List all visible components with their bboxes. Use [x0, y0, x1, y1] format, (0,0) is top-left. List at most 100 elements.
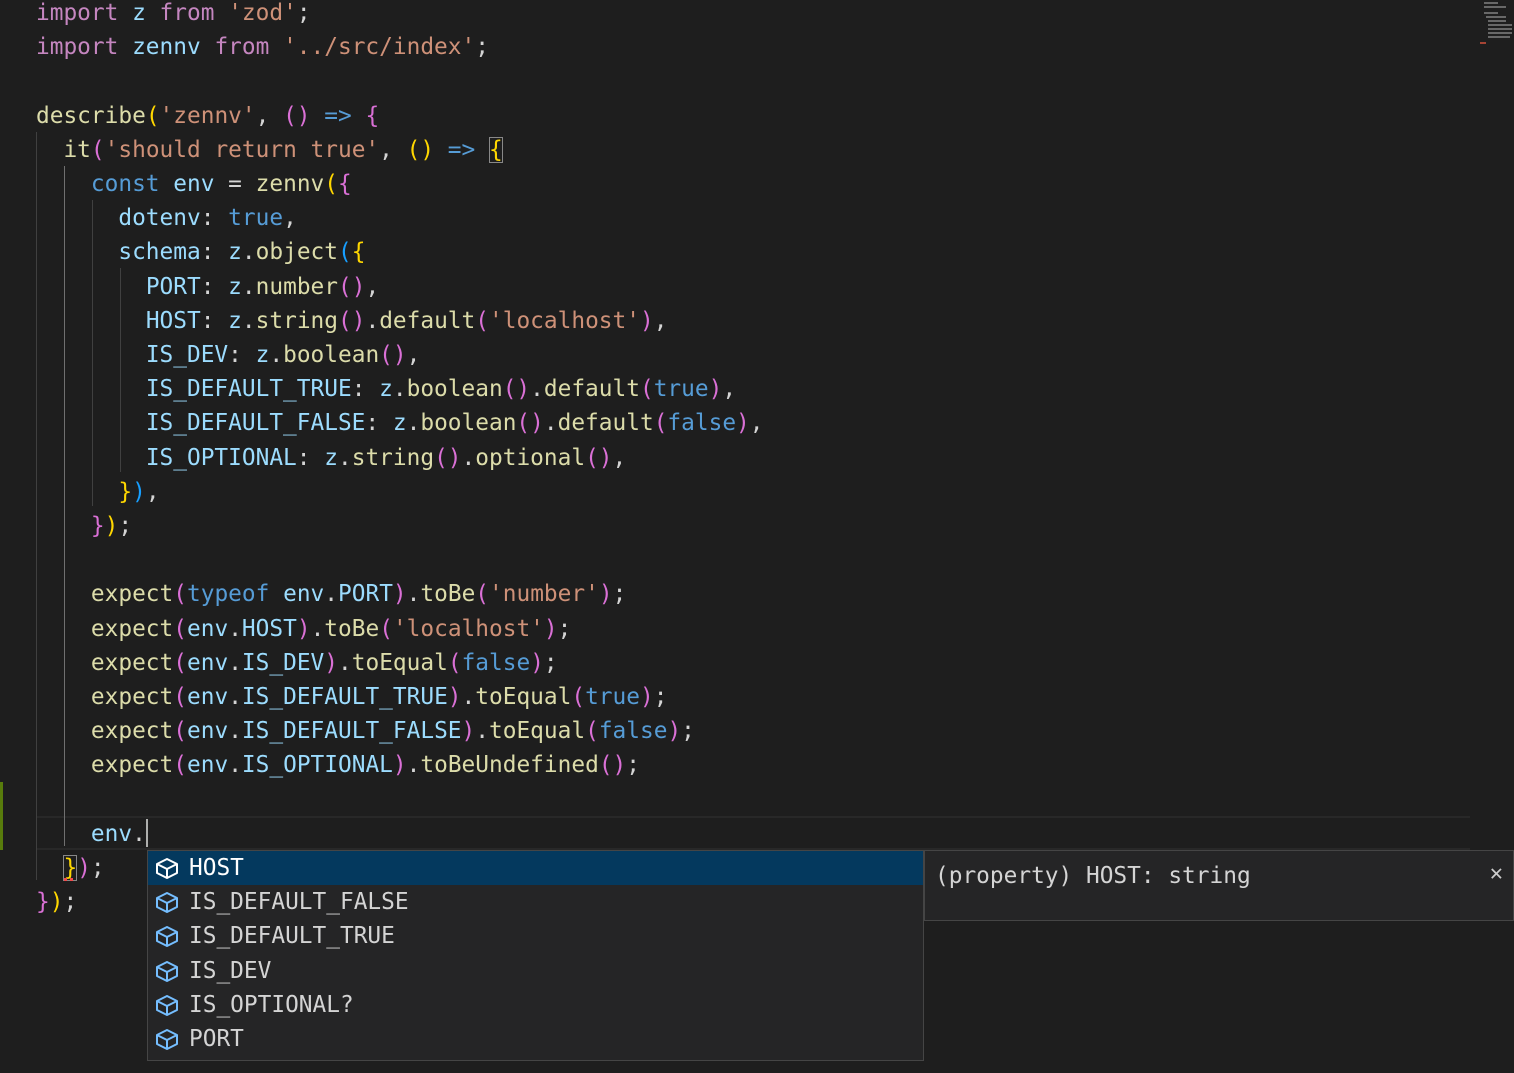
code-token: env	[187, 684, 229, 710]
minimap-line	[1488, 28, 1512, 30]
suggest-item[interactable]: IS_DEFAULT_TRUE	[148, 919, 923, 953]
code-token: )	[392, 752, 407, 778]
code-token: :	[351, 376, 380, 402]
code-token: ()	[585, 445, 613, 471]
code-token: ()	[338, 274, 366, 300]
code-token: :	[200, 239, 229, 265]
code-token: schema	[118, 239, 201, 265]
code-token: .	[310, 616, 325, 642]
code-token: toEqual	[351, 650, 448, 676]
code-token: :	[296, 445, 325, 471]
code-token: (	[173, 650, 187, 676]
code-token: IS_OPTIONAL	[145, 445, 297, 471]
code-line: expect(env.IS_DEV).toEqual(false);	[36, 646, 558, 680]
details-signature: (property) HOST: string	[935, 863, 1251, 889]
code-line: const env = zennv({	[36, 167, 352, 201]
code-token: ;	[475, 34, 489, 60]
property-icon	[156, 1029, 178, 1050]
code-token: z	[228, 274, 242, 300]
suggest-widget[interactable]: HOST IS_DEFAULT_FALSE IS_DEFAULT_TRUE IS_DE…	[147, 850, 924, 1061]
code-token: (	[173, 684, 187, 710]
minimap-line	[1488, 24, 1512, 26]
code-token: .	[228, 650, 242, 676]
code-token: =>	[447, 137, 476, 163]
property-icon	[156, 892, 178, 914]
code-token: ,	[145, 479, 160, 505]
suggest-item-label: PORT	[189, 1026, 244, 1052]
code-token: )	[77, 855, 91, 881]
minimap-line	[1488, 32, 1512, 34]
code-token: .	[406, 581, 421, 607]
code-token: {	[338, 171, 352, 197]
code-token: object	[255, 239, 338, 265]
property-icon	[156, 994, 178, 1016]
code-token: )	[49, 889, 64, 915]
code-token: typeof	[187, 581, 270, 607]
code-token: .	[241, 239, 256, 265]
code-token: false	[461, 650, 531, 676]
code-token: (	[173, 581, 187, 607]
code-token: ()	[502, 376, 531, 402]
code-token: from	[214, 34, 270, 60]
code-token: HOST	[241, 616, 297, 642]
code-token: false	[598, 718, 668, 744]
code-token: ,	[365, 274, 380, 300]
code-token: IS_DEV	[145, 342, 229, 368]
code-token: (	[475, 581, 490, 607]
code-token: toBe	[324, 616, 380, 642]
suggest-item[interactable]: IS_DEV	[148, 954, 923, 988]
code-token: zennv	[118, 34, 215, 60]
code-token: z	[255, 342, 270, 368]
gutter-modified-indicator	[0, 782, 3, 850]
code-token: .	[269, 342, 284, 368]
suggest-item[interactable]: IS_OPTIONAL?	[148, 988, 923, 1022]
code-line: expect(env.IS_DEFAULT_TRUE).toEqual(true…	[36, 680, 668, 714]
code-token: (	[90, 137, 105, 163]
code-token: env	[187, 752, 229, 778]
code-token: (	[324, 171, 338, 197]
code-token: .	[461, 445, 476, 471]
code-line: schema: z.object({	[36, 235, 365, 269]
code-token: :	[228, 342, 256, 368]
code-token: boolean	[406, 376, 503, 402]
code-token: 'number'	[489, 581, 599, 607]
code-token: .	[406, 752, 421, 778]
code-token: .	[392, 376, 407, 402]
code-token: )	[324, 650, 339, 676]
suggest-item[interactable]: HOST	[148, 851, 923, 885]
code-token: .	[132, 821, 146, 847]
code-line: env.	[36, 817, 146, 851]
code-token: toEqual	[475, 684, 572, 710]
suggest-item[interactable]: PORT	[148, 1022, 923, 1056]
code-token: :	[200, 274, 229, 300]
code-token: :	[365, 410, 393, 436]
code-token: }	[90, 513, 105, 539]
code-token: expect	[90, 684, 174, 710]
code-line: expect(typeof env.PORT).toBe('number');	[36, 577, 626, 611]
code-token: )	[639, 684, 654, 710]
close-icon[interactable]: ✕	[1490, 863, 1503, 885]
current-line-highlight	[36, 816, 1470, 850]
code-token: toEqual	[489, 718, 586, 744]
code-token: )	[667, 718, 682, 744]
code-token: ;	[118, 513, 133, 539]
suggest-item-label: HOST	[189, 855, 244, 881]
code-line: IS_DEFAULT_TRUE: z.boolean().default(tru…	[36, 372, 736, 406]
code-token: )	[392, 581, 407, 607]
suggest-item[interactable]: IS_DEFAULT_FALSE	[148, 885, 923, 919]
code-token: .	[228, 616, 242, 642]
code-token: )	[736, 410, 750, 436]
